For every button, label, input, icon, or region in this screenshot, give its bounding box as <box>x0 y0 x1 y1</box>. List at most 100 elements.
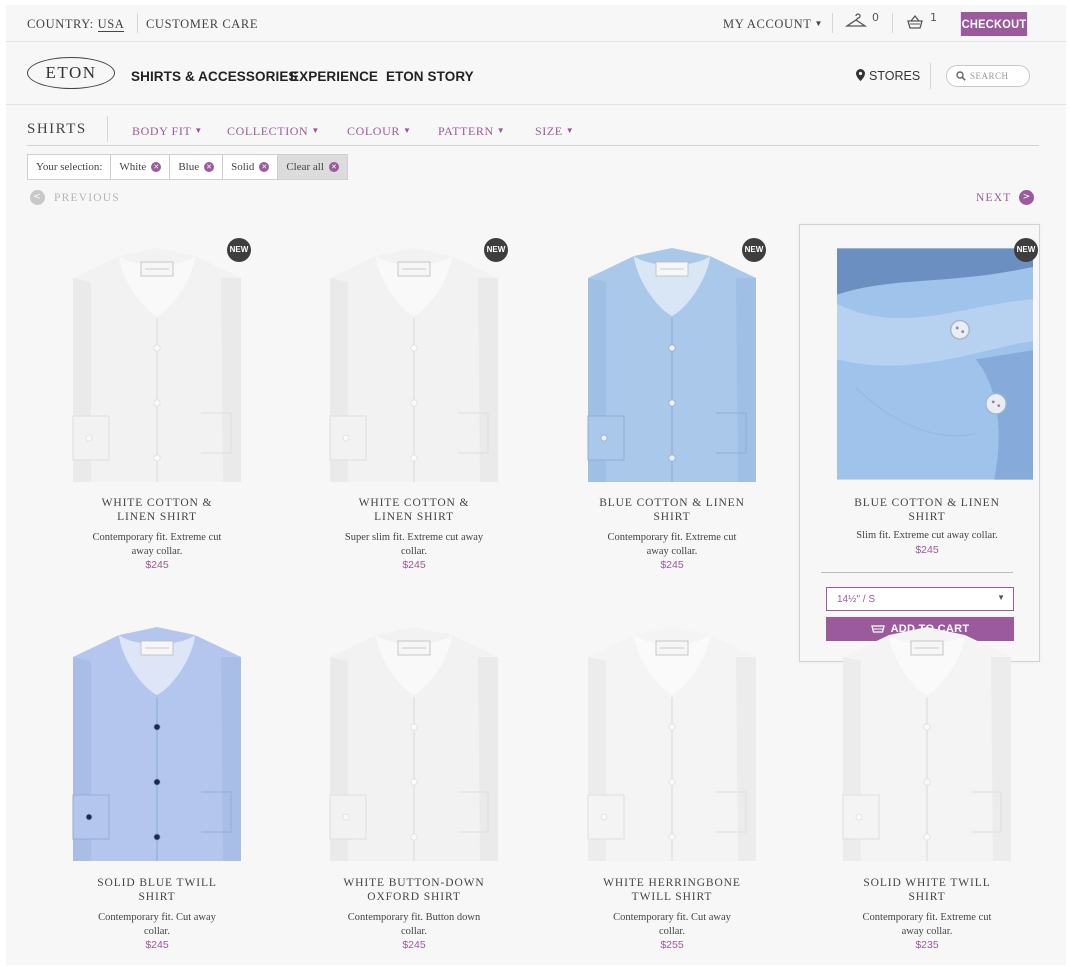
product-name[interactable]: WHITE BUTTON-DOWN OXFORD SHIRT <box>308 876 520 904</box>
filter-label: PATTERN <box>438 124 494 138</box>
product-image[interactable] <box>308 238 520 488</box>
category-title: SHIRTS <box>27 121 87 137</box>
country-value[interactable]: USA <box>97 17 125 32</box>
product-image[interactable] <box>837 242 1033 486</box>
chevron-left-icon: < <box>30 190 45 205</box>
divider <box>27 145 1039 146</box>
product-price: $245 <box>402 559 426 571</box>
new-badge: NEW <box>227 238 251 262</box>
product-name[interactable]: WHITE HERRINGBONE TWILL SHIRT <box>566 876 778 904</box>
remove-icon[interactable]: ✕ <box>204 162 215 172</box>
chevron-down-icon: ▼ <box>311 126 320 135</box>
chevron-down-icon: ▼ <box>814 19 824 28</box>
checkout-button[interactable]: CHECKOUT <box>960 12 1028 36</box>
stores-label: STORES <box>869 69 921 83</box>
chevron-down-icon: ▼ <box>496 126 506 135</box>
country-selector[interactable]: COUNTRY: USA <box>27 17 125 32</box>
product-card[interactable]: WHITE BUTTON-DOWN OXFORD SHIRT Contempora… <box>308 617 520 962</box>
nav-eton-story[interactable]: ETON STORY <box>386 69 474 84</box>
product-card[interactable]: SOLID WHITE TWILL SHIRT Contemporary fit.… <box>821 617 1033 962</box>
next-label: NEXT <box>976 191 1012 204</box>
chevron-down-icon: ▼ <box>997 593 1005 602</box>
hanger-icon[interactable] <box>844 13 868 36</box>
search-input[interactable]: SEARCH <box>946 65 1030 87</box>
remove-icon: ✕ <box>328 162 339 172</box>
clear-all-button[interactable]: Clear all ✕ <box>278 154 348 180</box>
filter-pattern[interactable]: PATTERN ▼ <box>438 124 505 139</box>
eton-logo[interactable]: ETON <box>27 57 115 89</box>
selection-label: Your selection: <box>27 154 112 180</box>
nav-shirts-accessories[interactable]: SHIRTS & ACCESSORIES <box>131 69 298 84</box>
chevron-down-icon: ▼ <box>565 126 575 135</box>
product-card[interactable]: WHITE HERRINGBONE TWILL SHIRT Contemporar… <box>566 617 778 962</box>
customer-care-link[interactable]: CUSTOMER CARE <box>146 17 258 32</box>
product-description: Super slim fit. Extreme cut away collar. <box>344 532 484 557</box>
product-price: $235 <box>915 939 939 951</box>
product-card[interactable]: NEW WHITE COTTON & LINEN SHIRT Super slim … <box>308 238 520 583</box>
product-price: $245 <box>915 544 939 556</box>
size-value: 14½" / S <box>837 594 876 605</box>
search-placeholder: SEARCH <box>970 71 1009 81</box>
product-price: $255 <box>660 939 684 951</box>
product-name[interactable]: SOLID WHITE TWILL SHIRT <box>821 876 1033 904</box>
product-description: Contemporary fit. Cut away collar. <box>613 912 731 937</box>
product-card[interactable]: NEW WHITE COTTON & LINEN SHIRT Contemporar… <box>51 238 263 583</box>
product-price: $245 <box>145 559 169 571</box>
size-select[interactable]: 14½" / S ▼ <box>826 587 1014 611</box>
product-name[interactable]: BLUE COTTON & LINEN SHIRT <box>821 496 1033 524</box>
location-pin-icon <box>856 69 865 81</box>
product-price: $245 <box>145 939 169 951</box>
basket-icon[interactable] <box>906 13 924 36</box>
next-link[interactable]: NEXT > <box>976 190 1035 205</box>
product-name[interactable]: WHITE COTTON & LINEN SHIRT <box>308 496 520 524</box>
remove-icon[interactable]: ✕ <box>259 162 270 172</box>
product-image[interactable] <box>51 238 263 488</box>
wishlist-count: 0 <box>872 11 879 24</box>
filter-label: COLLECTION <box>227 124 309 138</box>
product-card[interactable]: NEW BLUE COTTON & LINEN SHIRT Contemporary… <box>566 238 778 583</box>
product-description: Contemporary fit. Extreme cut away colla… <box>607 532 737 557</box>
nav-experience[interactable]: EXPERIENCE <box>290 69 378 84</box>
product-card[interactable]: SOLID BLUE TWILL SHIRT Contemporary fit. … <box>51 617 263 962</box>
previous-link[interactable]: < PREVIOUS <box>30 190 120 205</box>
product-card[interactable]: NEW BLUE COTTON & LINEN SHIRT Slim fit. Ex… <box>821 238 1038 583</box>
clear-all-label: Clear all <box>286 161 324 173</box>
filter-colour[interactable]: COLOUR ▼ <box>347 124 411 139</box>
filter-label: BODY FIT <box>132 124 192 138</box>
country-label: COUNTRY: <box>27 17 94 31</box>
product-description: Slim fit. Extreme cut away collar. <box>856 530 998 541</box>
chip-label: Solid <box>231 161 255 173</box>
product-description: Contemporary fit. Extreme cut away colla… <box>92 532 222 557</box>
cart-count: 1 <box>930 11 937 24</box>
product-name[interactable]: SOLID BLUE TWILL SHIRT <box>51 876 263 904</box>
product-name[interactable]: BLUE COTTON & LINEN SHIRT <box>566 496 778 524</box>
chip-blue[interactable]: Blue ✕ <box>170 154 224 180</box>
chip-white[interactable]: White ✕ <box>111 154 171 180</box>
chip-solid[interactable]: Solid ✕ <box>223 154 279 180</box>
chevron-down-icon: ▼ <box>194 126 203 135</box>
product-image[interactable] <box>566 238 778 488</box>
product-image[interactable] <box>51 617 263 867</box>
filter-size[interactable]: SIZE ▼ <box>535 124 574 139</box>
product-image[interactable] <box>308 617 520 867</box>
stores-link[interactable]: STORES <box>856 69 920 83</box>
product-image[interactable] <box>821 617 1033 867</box>
divider <box>930 63 931 89</box>
product-name[interactable]: WHITE COTTON & LINEN SHIRT <box>51 496 263 524</box>
product-description: Contemporary fit. Button down collar. <box>347 912 481 937</box>
chevron-down-icon: ▼ <box>402 126 412 135</box>
chevron-right-icon: > <box>1019 190 1035 205</box>
my-account-menu[interactable]: MY ACCOUNT ▼ <box>723 17 823 32</box>
product-price: $245 <box>402 939 426 951</box>
filter-collection[interactable]: COLLECTION ▼ <box>227 124 320 139</box>
new-badge: NEW <box>742 238 766 262</box>
divider <box>892 13 893 33</box>
product-price: $245 <box>660 559 684 571</box>
product-image[interactable] <box>566 617 778 867</box>
divider <box>137 13 138 33</box>
my-account-label: MY ACCOUNT <box>723 17 812 31</box>
filter-body-fit[interactable]: BODY FIT ▼ <box>132 124 203 139</box>
selected-filters: Your selection: White ✕ Blue ✕ Solid ✕ Clea… <box>27 154 348 180</box>
remove-icon[interactable]: ✕ <box>151 162 162 172</box>
utility-bar: COUNTRY: USA CUSTOMER CARE MY ACCOUNT ▼ 0… <box>6 5 1066 42</box>
